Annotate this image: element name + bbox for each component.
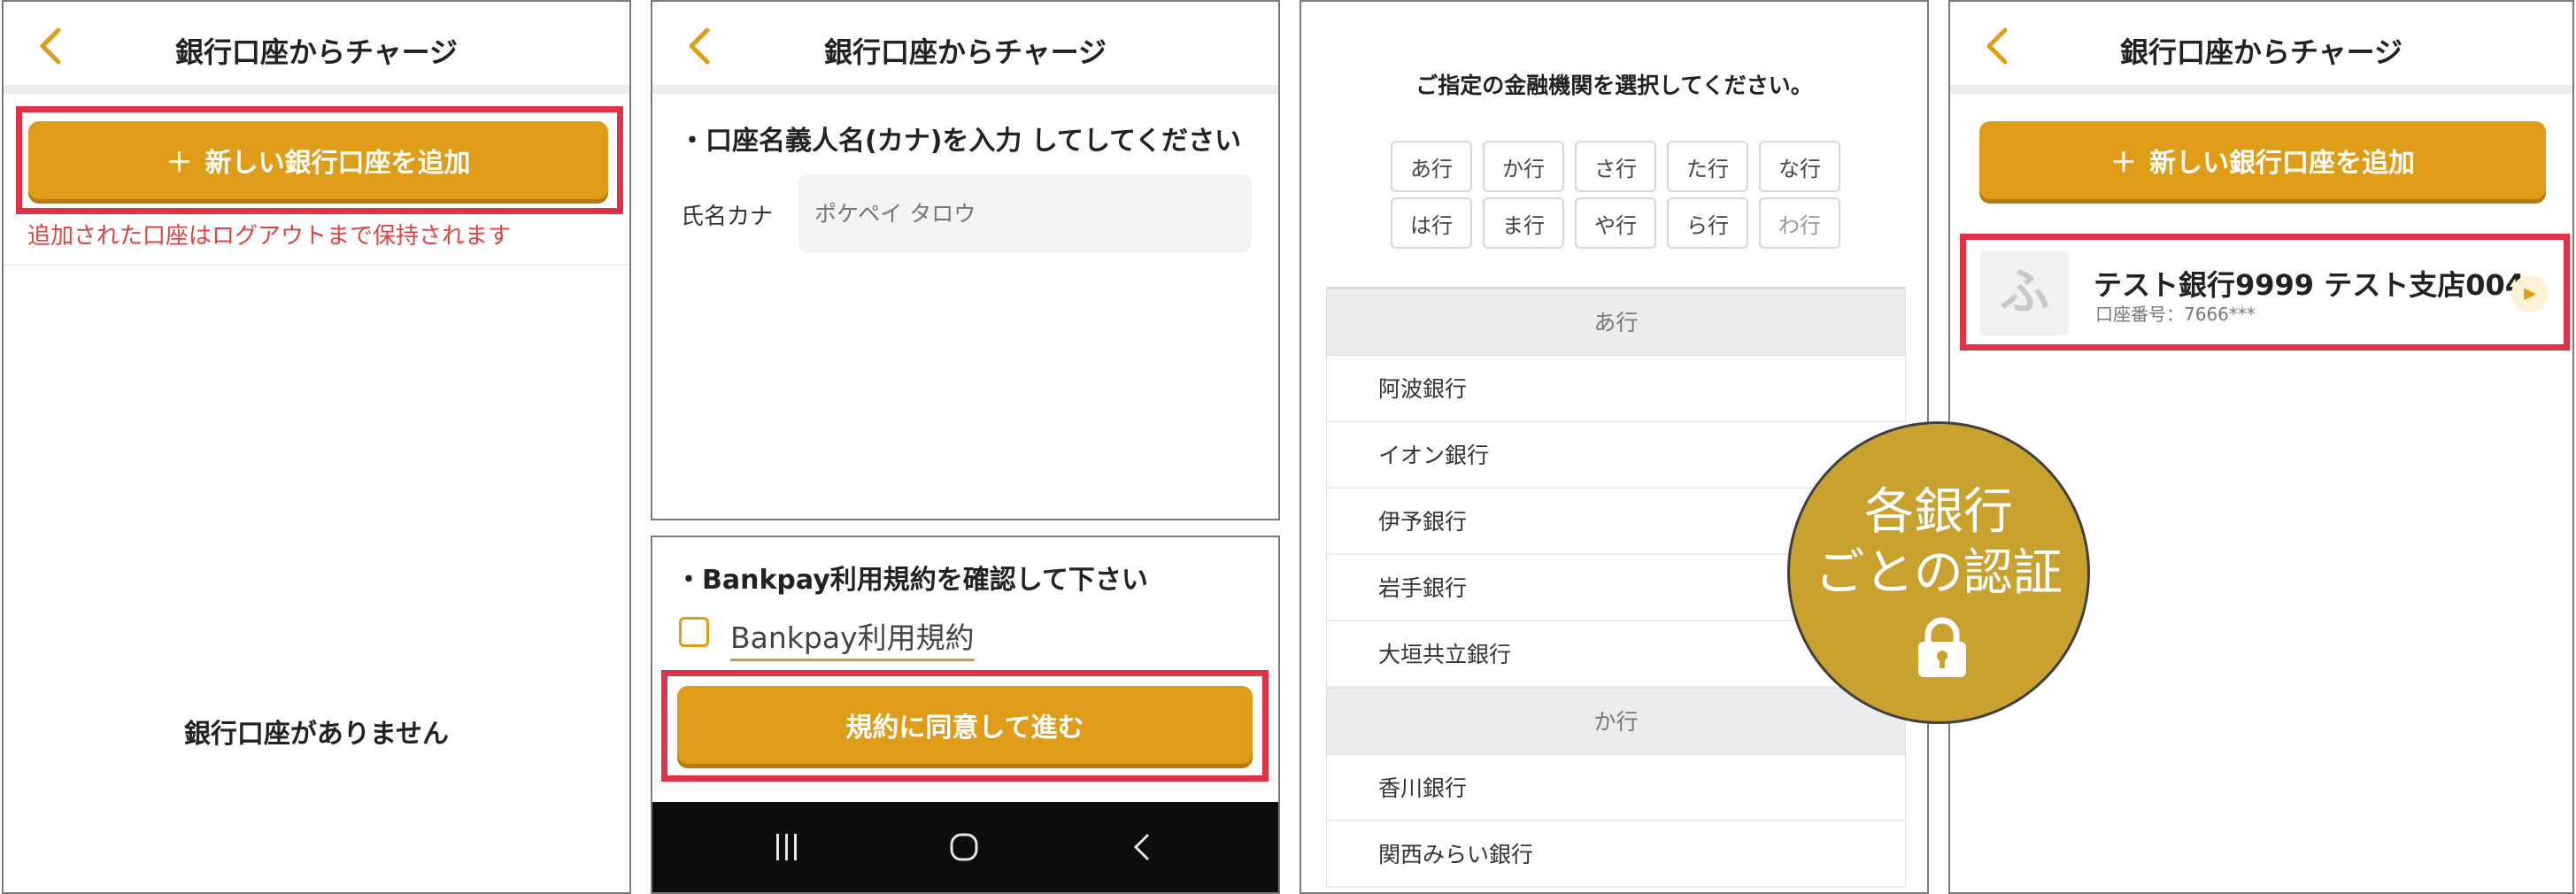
- highlight-frame: [1960, 234, 2570, 351]
- header: 銀行口座からチャージ: [1950, 2, 2572, 94]
- kana-filter-sa[interactable]: さ行: [1575, 141, 1656, 192]
- bank-select-prompt: ご指定の金融機関を選択してください。: [1415, 73, 1813, 98]
- screen-bank-charge-registered: 銀行口座からチャージ ＋ 新しい銀行口座を追加 ふ テスト銀行9999 テスト支…: [1948, 0, 2574, 894]
- kana-filter-ya[interactable]: や行: [1575, 197, 1656, 249]
- lock-icon: [1918, 617, 1966, 677]
- bank-item[interactable]: 阿波銀行: [1326, 356, 1906, 422]
- highlight-frame: [661, 670, 1269, 782]
- add-bank-account-button[interactable]: ＋ 新しい銀行口座を追加: [1979, 121, 2546, 199]
- name-kana-label: 氏名カナ: [681, 204, 774, 230]
- home-icon[interactable]: [949, 832, 979, 862]
- bank-item[interactable]: 関西みらい銀行: [1326, 821, 1906, 888]
- plus-icon: ＋: [2110, 148, 2137, 179]
- kana-filter-ta[interactable]: た行: [1667, 141, 1748, 192]
- name-kana-input[interactable]: [798, 174, 1252, 252]
- kana-filter-ha[interactable]: は行: [1391, 197, 1472, 249]
- back-nav-icon[interactable]: [1130, 832, 1153, 862]
- header: 銀行口座からチャージ: [4, 2, 629, 94]
- kana-filter-wa[interactable]: わ行: [1759, 197, 1840, 249]
- empty-state-message: 銀行口座がありません: [183, 719, 450, 750]
- kana-filter-ma[interactable]: ま行: [1483, 197, 1564, 249]
- page-title: 銀行口座からチャージ: [823, 35, 1107, 69]
- terms-instruction: ・Bankpay利用規約を確認して下さい: [675, 565, 1148, 596]
- android-nav-bar: [652, 802, 1278, 892]
- kana-filter-a[interactable]: あ行: [1391, 141, 1472, 192]
- screen-bank-selection: ご指定の金融機関を選択してください。 あ行 か行 さ行 た行 な行 は行 ま行 …: [1300, 0, 1929, 894]
- section-header-a: あ行: [1326, 289, 1906, 356]
- bank-item[interactable]: 香川銀行: [1326, 755, 1906, 821]
- badge-line-2: ごとの認証: [1815, 544, 2063, 602]
- screen-bank-charge-empty: 銀行口座からチャージ ＋ 新しい銀行口座を追加 追加された口座はログアウトまで保…: [2, 0, 631, 894]
- bank-authentication-badge: 各銀行 ごとの認証: [1787, 421, 2090, 724]
- name-instruction: ・口座名義人名(カナ)を入力 してしてください: [679, 126, 1242, 157]
- terms-link[interactable]: Bankpay利用規約: [730, 614, 975, 661]
- terms-checkbox[interactable]: [679, 617, 709, 647]
- page-title: 銀行口座からチャージ: [2119, 35, 2403, 69]
- recent-apps-icon[interactable]: [774, 832, 800, 862]
- screen-account-name-input: 銀行口座からチャージ ・口座名義人名(カナ)を入力 してしてください 氏名カナ: [651, 0, 1280, 520]
- kana-filter-na[interactable]: な行: [1759, 141, 1840, 192]
- add-bank-account-label: 新しい銀行口座を追加: [2149, 148, 2415, 179]
- retention-note: 追加された口座はログアウトまで保持されます: [27, 223, 512, 250]
- kana-filter-ka[interactable]: か行: [1483, 141, 1564, 192]
- screen-terms-agreement: ・Bankpay利用規約を確認して下さい Bankpay利用規約 規約に同意して…: [651, 536, 1280, 894]
- highlight-frame: [16, 106, 623, 214]
- kana-filter-ra[interactable]: ら行: [1667, 197, 1748, 249]
- header: 銀行口座からチャージ: [652, 2, 1278, 94]
- section-header-ka: か行: [1326, 688, 1906, 755]
- page-title: 銀行口座からチャージ: [174, 35, 459, 69]
- divider: [4, 264, 629, 266]
- badge-line-1: 各銀行: [1864, 483, 2013, 541]
